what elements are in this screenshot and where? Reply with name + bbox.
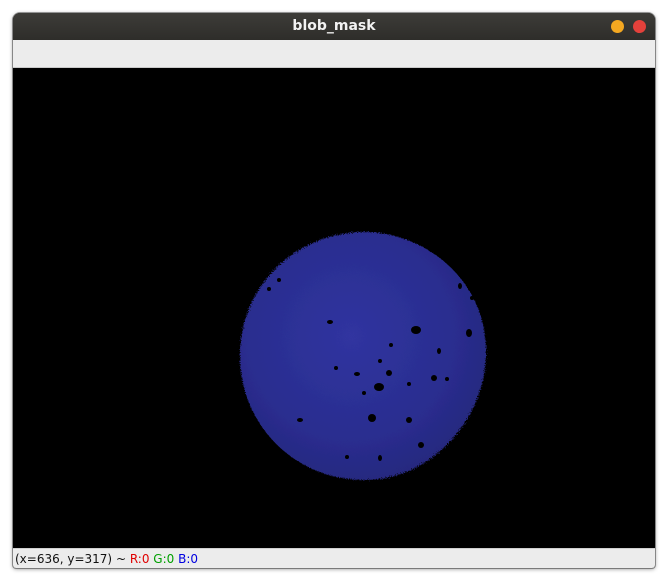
status-bar: (x=636, y=317) ~ R:0 G:0 B:0 (13, 548, 655, 568)
toolbar (13, 40, 655, 68)
red-value: R:0 (129, 552, 150, 566)
green-value: G:0 (153, 552, 175, 566)
image-canvas[interactable] (14, 68, 654, 548)
status-separator: ~ (112, 552, 130, 566)
blob (240, 232, 487, 480)
blue-value: B:0 (178, 552, 199, 566)
blob-mask-image (240, 232, 487, 480)
close-icon[interactable] (633, 20, 646, 33)
cursor-coordinates: (x=636, y=317) (15, 552, 113, 566)
window-title: blob_mask (292, 18, 376, 34)
minimize-icon[interactable] (611, 20, 624, 33)
title-bar[interactable]: blob_mask (13, 13, 655, 40)
app-window: blob_mask (x=636, y=317) ~ R:0 G:0 B:0 (13, 13, 655, 568)
